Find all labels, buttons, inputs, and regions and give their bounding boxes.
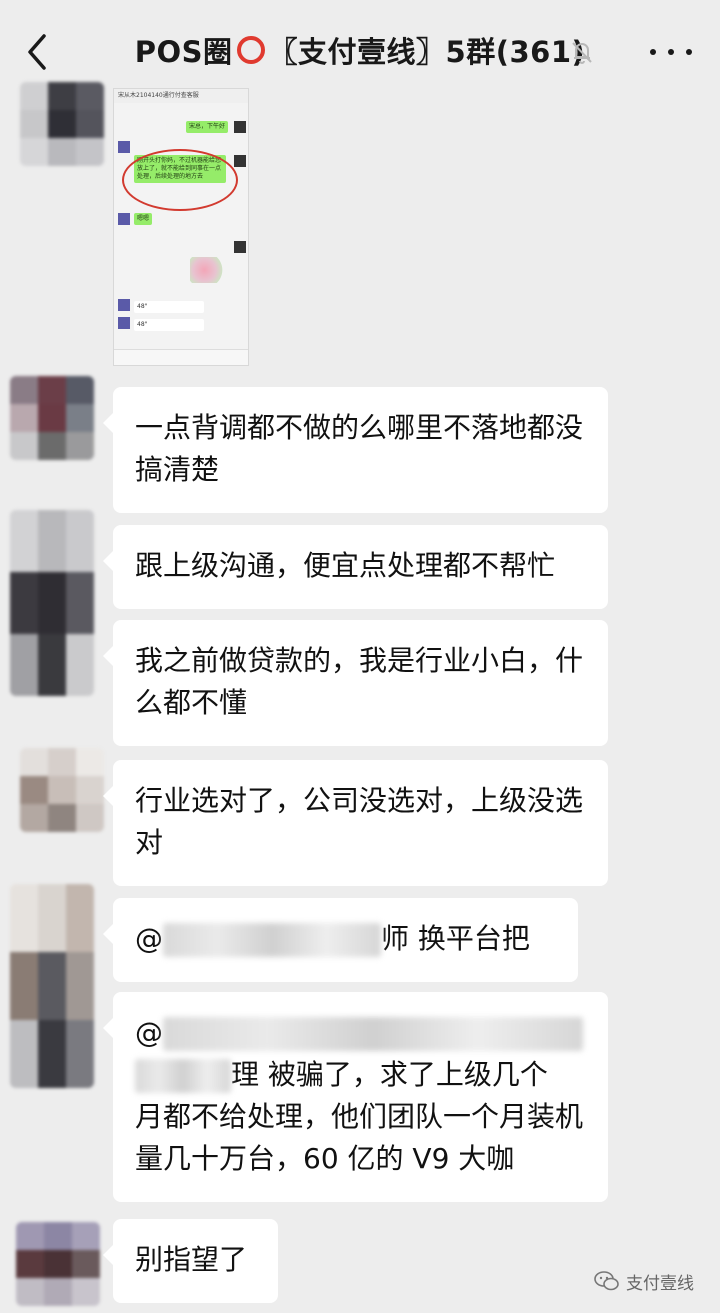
redacted-name [135,1059,231,1093]
red-circle-icon [236,36,265,64]
chat-title-prefix: POS圈 [134,35,233,69]
mute-bell-icon [568,38,596,66]
avatar[interactable] [20,82,104,166]
message-text: 月都不给处理，他们团队一个月装机量几十万台，60 亿的 V9 大咖 [135,1100,584,1175]
avatar[interactable] [10,884,94,1088]
watermark: 支付壹线 [594,1266,694,1296]
message-bubble[interactable]: 一点背调都不做的么哪里不落地都没搞清楚 [103,387,608,513]
more-options-button[interactable] [646,34,696,70]
thumb-message: 嗯嗯 [134,213,153,225]
back-button[interactable] [20,30,60,74]
thumb-avatar [118,299,130,311]
avatar[interactable] [10,376,94,460]
thumb-avatar [234,155,246,167]
watermark-label: 支付壹线 [626,1273,694,1294]
message-text: 理 被骗了，求了上级几个 [231,1058,548,1091]
chat-header: POS圈 〖支付壹线〗5群(361) [0,0,720,100]
wechat-icon [594,1271,619,1291]
thumb-title: 宋从木2104140通行付查客服 [114,89,248,103]
thumb-avatar [118,141,130,153]
image-message[interactable]: 宋从木2104140通行付查客服 宋总，下午好 刚开头打你妈，不过机器能给您放上… [113,88,249,366]
avatar[interactable] [10,510,94,696]
message-text: 跟上级沟通，便宜点处理都不帮忙 [135,549,556,582]
thumb-message: 宋总，下午好 [186,121,229,133]
avatar[interactable] [20,748,104,832]
message-text: 我之前做贷款的，我是行业小白，什么都不懂 [135,644,584,719]
message-bubble[interactable]: @ 师 换平台把 [103,898,578,982]
message-bubble[interactable]: 行业选对了，公司没选对，上级没选对 [103,760,608,886]
thumb-avatar [234,241,246,253]
dot-icon [668,49,674,55]
redacted-name [163,923,381,957]
thumb-avatar [234,121,246,133]
message-text: 别指望了 [135,1243,248,1276]
avatar[interactable] [16,1222,100,1306]
message-bubble[interactable]: 别指望了 [103,1219,278,1303]
thumb-sticker [190,257,226,283]
message-bubble[interactable]: @ 理 被骗了，求了上级几个 月都不给处理，他们团队一个月装机量几十万台，60 … [103,992,608,1202]
message-text: 一点背调都不做的么哪里不落地都没搞清楚 [135,411,584,486]
red-highlight-circle [122,149,238,211]
thumb-avatar [118,317,130,329]
thumb-voice: 48" [134,301,204,313]
message-text: 行业选对了，公司没选对，上级没选对 [135,784,584,859]
thumb-input-bar [114,349,248,365]
thumb-avatar [118,213,130,225]
thumb-voice: 48" [134,319,204,331]
chevron-left-icon [28,34,46,70]
message-bubble[interactable]: 跟上级沟通，便宜点处理都不帮忙 [103,525,608,609]
dot-icon [686,49,692,55]
message-text: 师 换平台把 [381,922,530,955]
redacted-name [163,1017,583,1051]
chat-title: POS圈 〖支付壹线〗5群(361) [135,29,586,71]
mention-prefix: @ [135,1016,163,1049]
mention-prefix: @ [135,922,163,955]
dot-icon [650,49,656,55]
message-bubble[interactable]: 我之前做贷款的，我是行业小白，什么都不懂 [103,620,608,746]
chat-title-suffix: 〖支付壹线〗5群(361) [268,35,586,69]
